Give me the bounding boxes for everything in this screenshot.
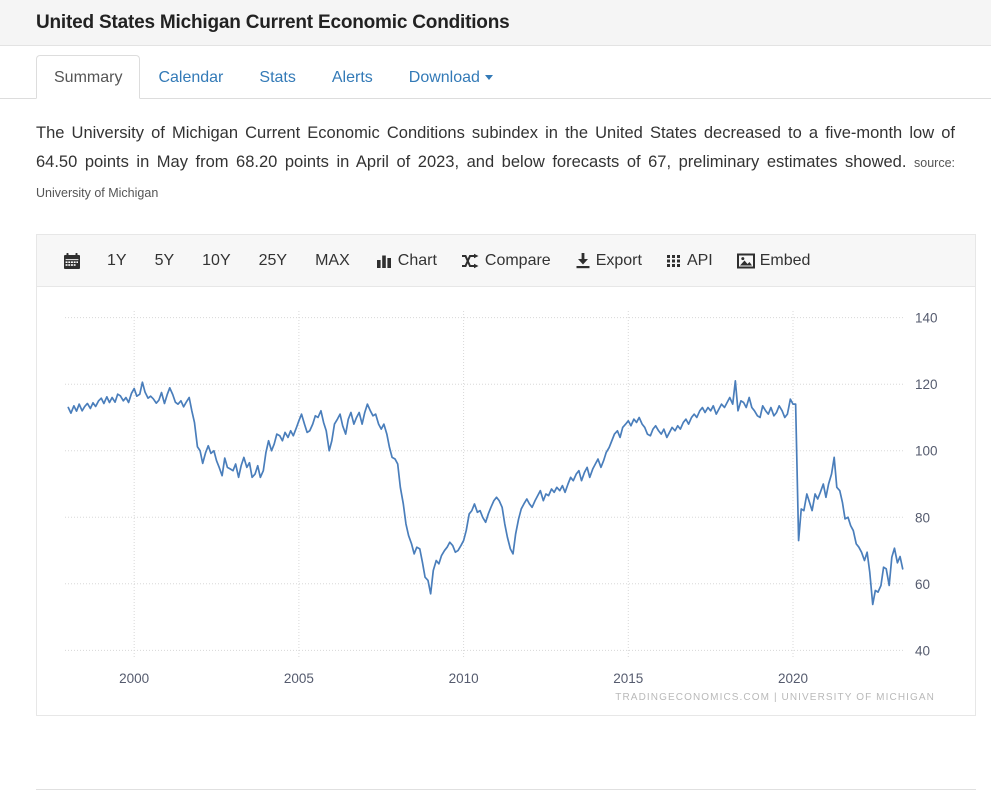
tab-label: Alerts: [331, 69, 373, 86]
description-text: The University of Michigan Current Econo…: [36, 124, 955, 171]
image-icon: [736, 253, 755, 269]
page-root: United States Michigan Current Economic …: [0, 0, 991, 797]
series-line-0: [67, 380, 904, 606]
export-button[interactable]: Export: [563, 246, 654, 276]
page-title: United States Michigan Current Economic …: [36, 11, 510, 33]
tab-calendar[interactable]: Calendar: [140, 55, 241, 99]
tab-bar: Summary Calendar Stats Alerts Download: [0, 46, 991, 99]
tab-label: Summary: [54, 69, 123, 86]
range-button-max[interactable]: MAX: [301, 246, 364, 276]
tab-label: Download: [408, 69, 480, 86]
x-axis-tick-label: 2000: [119, 671, 149, 686]
chart-type-label: Chart: [397, 251, 437, 269]
tab-stats[interactable]: Stats: [241, 55, 313, 99]
y-axis-tick-label: 40: [915, 643, 930, 658]
range-button-10y[interactable]: 10Y: [188, 246, 244, 276]
range-label: 1Y: [107, 251, 127, 269]
y-axis-tick-label: 140: [915, 311, 938, 326]
chart-credit: TRADINGECONOMICS.COM | UNIVERSITY OF MIC…: [615, 692, 935, 703]
tab-label: Calendar: [158, 69, 224, 86]
compare-button[interactable]: Compare: [449, 246, 563, 276]
bar-chart-icon: [376, 253, 393, 269]
tabs-list: Summary Calendar Stats Alerts Download: [36, 46, 511, 99]
grid-dots-icon: [666, 253, 682, 269]
chart-type-button[interactable]: Chart: [364, 246, 449, 276]
export-label: Export: [595, 251, 642, 269]
range-label: MAX: [315, 251, 350, 269]
description-paragraph: The University of Michigan Current Econo…: [36, 119, 955, 208]
calendar-icon: [63, 252, 81, 270]
tab-alerts[interactable]: Alerts: [314, 55, 391, 99]
range-label: 5Y: [154, 251, 175, 269]
y-axis-tick-label: 100: [915, 444, 938, 459]
embed-label: Embed: [759, 251, 811, 269]
x-axis-tick-label: 2005: [284, 671, 314, 686]
tab-label: Stats: [259, 69, 296, 86]
api-button[interactable]: API: [654, 246, 725, 276]
range-button-25y[interactable]: 25Y: [245, 246, 301, 276]
chart-panel: 1Y 5Y 10Y 25Y MAX Chart Compare Export A…: [36, 234, 976, 716]
shuffle-icon: [461, 253, 480, 269]
range-label: 10Y: [202, 251, 231, 269]
tab-summary[interactable]: Summary: [36, 55, 141, 99]
x-axis-tick-label: 2015: [613, 671, 643, 686]
api-label: API: [686, 251, 713, 269]
y-axis-tick-label: 80: [915, 510, 930, 525]
x-axis-tick-label: 2010: [449, 671, 479, 686]
x-axis-tick-label: 2020: [778, 671, 808, 686]
chart-body: 40 60 80 100 120 140 2000 2005 2010 2015 2020 TRAD…: [37, 287, 975, 715]
range-button-1y[interactable]: 1Y: [93, 246, 141, 276]
y-axis-tick-label: 60: [915, 577, 930, 592]
tab-download[interactable]: Download: [391, 55, 511, 99]
range-label: 25Y: [258, 251, 288, 269]
bottom-divider: [36, 789, 976, 790]
page-header: United States Michigan Current Economic …: [0, 0, 991, 46]
download-icon: [575, 252, 591, 269]
embed-button[interactable]: Embed: [725, 246, 823, 276]
chart-toolbar: 1Y 5Y 10Y 25Y MAX Chart Compare Export A…: [37, 235, 975, 287]
line-chart[interactable]: 40 60 80 100 120 140 2000 2005 2010 2015 2020: [37, 287, 975, 715]
chevron-down-icon: [484, 75, 493, 81]
compare-label: Compare: [484, 251, 551, 269]
calendar-button[interactable]: [51, 246, 93, 276]
range-button-5y[interactable]: 5Y: [141, 246, 189, 276]
y-axis-tick-label: 120: [915, 377, 938, 392]
